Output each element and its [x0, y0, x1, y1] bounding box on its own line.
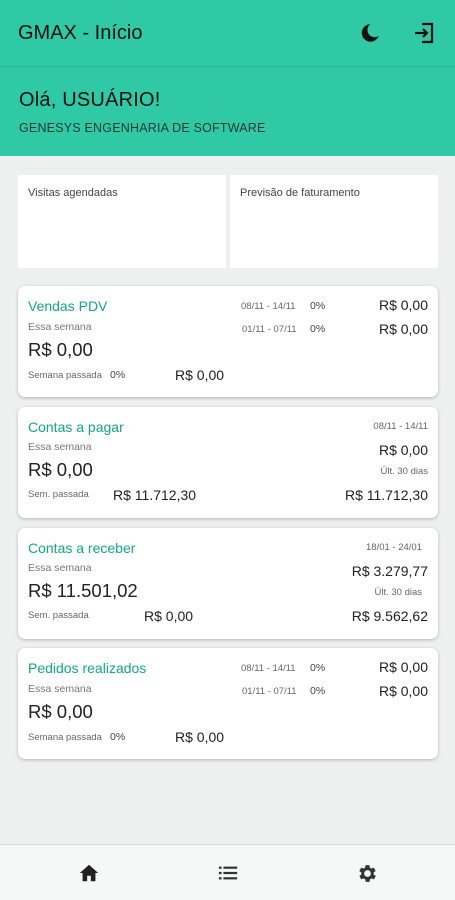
this-week-value: R$ 0,00 — [28, 459, 93, 480]
this-week-label: Essa semana — [28, 321, 92, 333]
app-bar: GMAX - Início — [0, 0, 455, 66]
logout-button[interactable] — [411, 20, 437, 46]
card-title: Contas a pagar — [28, 419, 124, 435]
nav-list[interactable] — [152, 845, 303, 900]
range-2-value: R$ 0,00 — [378, 321, 428, 337]
last-week-value: R$ 11.712,30 — [113, 487, 197, 503]
billing-forecast-label: Previsão de faturamento — [240, 187, 360, 199]
scheduled-visits-label: Visitas agendadas — [28, 187, 118, 199]
range-1-percent: 0% — [310, 662, 326, 674]
bottom-navigation — [0, 844, 455, 900]
last-week-label: Sem. passada — [28, 489, 89, 500]
last-30-days-value: R$ 11.712,30 — [344, 487, 428, 503]
card-title: Pedidos realizados — [28, 660, 147, 676]
logout-icon — [415, 22, 434, 44]
range-1-value: R$ 0,00 — [378, 659, 428, 675]
range-2-value: R$ 0,00 — [378, 683, 428, 699]
this-week-label: Essa semana — [28, 683, 92, 695]
last-30-days-label: Últ. 30 dias — [380, 466, 428, 477]
accounts-payable-card[interactable]: Contas a pagar Essa semana R$ 0,00 Sem. … — [18, 407, 438, 518]
app-title: GMAX - Início — [18, 21, 143, 44]
accounts-receivable-card[interactable]: Contas a receber Essa semana R$ 11.501,0… — [18, 528, 438, 639]
card-title: Contas a receber — [28, 540, 136, 556]
range-dates: 18/01 - 24/01 — [366, 542, 422, 553]
billing-forecast-panel[interactable]: Previsão de faturamento — [230, 175, 438, 268]
range-value: R$ 3.279,77 — [351, 563, 428, 579]
range-value: R$ 0,00 — [378, 442, 428, 458]
this-week-value: R$ 11.501,02 — [28, 580, 138, 601]
this-week-value: R$ 0,00 — [28, 701, 93, 722]
last-30-days-label: Últ. 30 dias — [374, 587, 422, 598]
last-30-days-value: R$ 9.562,62 — [351, 608, 428, 624]
this-week-label: Essa semana — [28, 441, 92, 453]
range-2-percent: 0% — [310, 323, 326, 335]
range-2-percent: 0% — [310, 685, 326, 697]
home-icon — [79, 864, 98, 882]
orders-placed-card[interactable]: Pedidos realizados Essa semana R$ 0,00 S… — [18, 648, 438, 759]
greeting-text: Olá, USUÁRIO! — [19, 89, 161, 111]
this-week-value: R$ 0,00 — [28, 339, 93, 360]
range-2-dates: 01/11 - 07/11 — [242, 686, 297, 697]
range-1-percent: 0% — [310, 300, 326, 312]
scheduled-visits-panel[interactable]: Visitas agendadas — [18, 175, 226, 268]
last-week-percent: 0% — [110, 369, 126, 381]
sales-pdv-card[interactable]: Vendas PDV Essa semana R$ 0,00 Semana pa… — [18, 286, 438, 397]
card-title: Vendas PDV — [28, 298, 108, 314]
range-1-dates: 08/11 - 14/11 — [241, 663, 296, 674]
nav-home[interactable] — [13, 845, 164, 900]
nav-settings[interactable] — [292, 845, 443, 900]
last-week-label: Semana passada — [28, 370, 102, 381]
range-1-value: R$ 0,00 — [378, 297, 428, 313]
range-dates: 08/11 - 14/11 — [373, 421, 428, 432]
last-week-percent: 0% — [110, 731, 126, 743]
last-week-label: Sem. passada — [28, 610, 89, 621]
last-week-value: R$ 0,00 — [144, 608, 194, 624]
last-week-value: R$ 0,00 — [175, 367, 225, 383]
theme-toggle-button[interactable] — [357, 20, 383, 46]
this-week-label: Essa semana — [28, 562, 92, 574]
last-week-value: R$ 0,00 — [175, 729, 225, 745]
range-2-dates: 01/11 - 07/11 — [242, 324, 297, 335]
list-icon — [218, 866, 237, 880]
company-name: GENESYS ENGENHARIA DE SOFTWARE — [19, 121, 266, 135]
gear-icon — [359, 864, 376, 882]
last-week-label: Semana passada — [28, 732, 102, 743]
greeting-header: Olá, USUÁRIO! GENESYS ENGENHARIA DE SOFT… — [0, 66, 455, 156]
moon-icon — [361, 24, 379, 42]
range-1-dates: 08/11 - 14/11 — [241, 301, 296, 312]
